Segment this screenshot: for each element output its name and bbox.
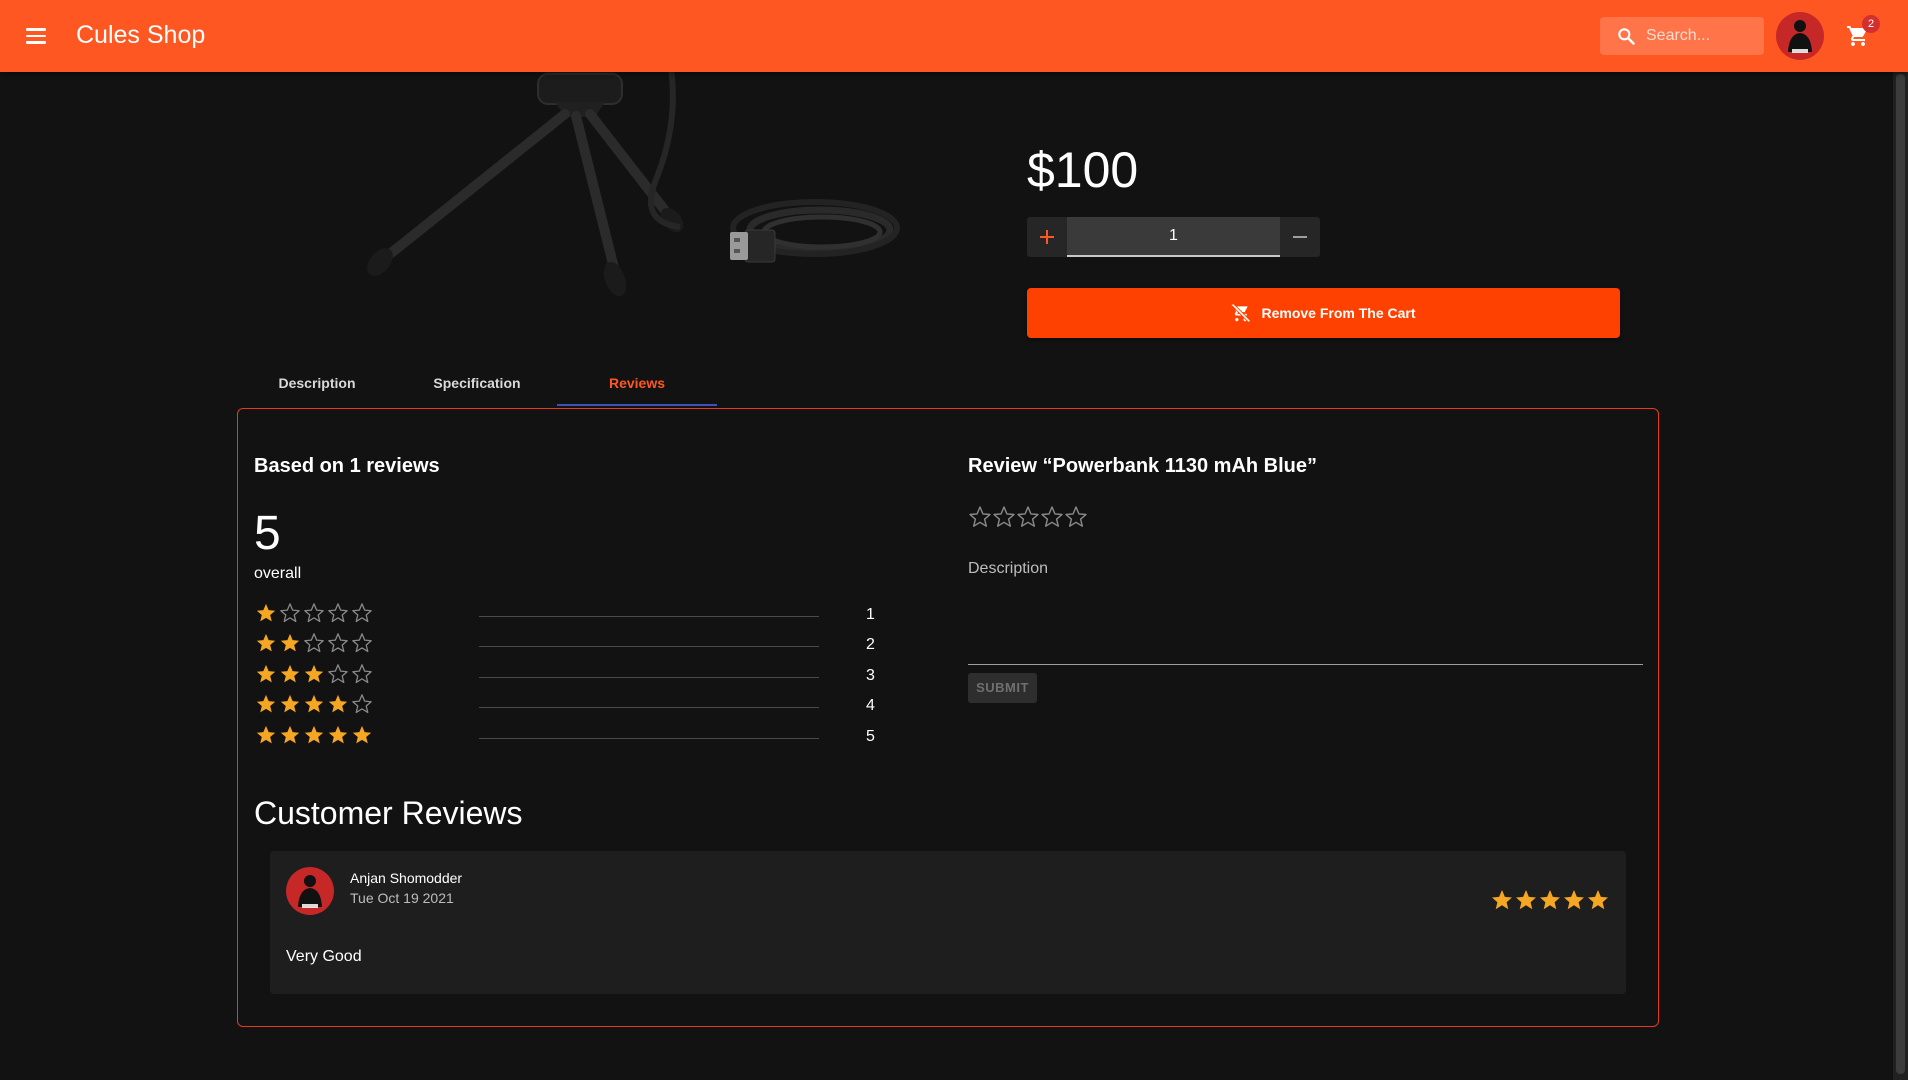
product-tabs: Description Specification Reviews: [237, 362, 717, 406]
description-label: Description: [968, 560, 1049, 577]
star-outline-icon: [304, 603, 324, 623]
rating-count: 1: [866, 606, 875, 623]
star-outline-icon: [969, 506, 991, 527]
review-description-input[interactable]: [968, 585, 1643, 665]
review-text: Very Good: [286, 948, 362, 965]
star-filled-icon: [256, 603, 276, 622]
star-rating: [254, 602, 374, 624]
star-rating: [254, 663, 374, 685]
star-filled-icon: [256, 633, 276, 652]
product-price: $100: [1027, 142, 1139, 198]
star-filled-icon: [1588, 890, 1608, 910]
star-outline-icon: [328, 664, 348, 684]
rating-bar: [479, 738, 819, 739]
star-outline-icon: [1065, 506, 1087, 527]
star-outline-icon: [328, 633, 348, 653]
star-filled-icon: [304, 725, 324, 744]
star-filled-icon: [328, 725, 348, 744]
overall-rating-label: overall: [254, 565, 302, 582]
search-input[interactable]: [1646, 17, 1758, 55]
star-filled-icon: [256, 694, 276, 713]
star-filled-icon: [1516, 890, 1536, 910]
star-filled-icon: [304, 694, 324, 713]
star-filled-icon: [1540, 890, 1560, 910]
rating-count: 2: [866, 636, 875, 653]
star-rating: [254, 693, 374, 715]
reviewer-avatar: [286, 867, 334, 915]
star-outline-icon: [1041, 506, 1063, 527]
rating-bar: [479, 707, 819, 708]
search-box[interactable]: [1600, 17, 1764, 55]
rating-distribution-row: 2: [254, 632, 894, 658]
review-date: Tue Oct 19 2021: [350, 890, 454, 906]
user-avatar[interactable]: [1776, 12, 1824, 60]
star-filled-icon: [256, 664, 276, 683]
overall-rating-value: 5: [254, 507, 281, 560]
submit-review-button[interactable]: SUBMIT: [968, 673, 1037, 703]
star-filled-icon: [280, 725, 300, 744]
review-rating-input[interactable]: [968, 505, 1088, 529]
star-filled-icon: [280, 664, 300, 683]
star-outline-icon: [993, 506, 1015, 527]
remove-shopping-cart-icon: [1231, 303, 1251, 323]
remove-from-cart-button[interactable]: Remove From The Cart: [1027, 288, 1620, 338]
search-icon: [1618, 28, 1635, 45]
star-outline-icon: [280, 603, 300, 623]
star-filled-icon: [1492, 890, 1512, 910]
star-rating: [254, 724, 374, 746]
star-filled-icon: [304, 664, 324, 683]
star-outline-icon: [1017, 506, 1039, 527]
star-outline-icon: [352, 603, 372, 623]
rating-count: 4: [866, 697, 875, 714]
scrollbar-thumb[interactable]: [1896, 74, 1905, 1074]
tab-specification[interactable]: Specification: [397, 362, 557, 406]
cart-count-badge: 2: [1862, 15, 1880, 33]
rating-distribution-row: 3: [254, 663, 894, 689]
star-outline-icon: [352, 664, 372, 684]
rating-bar: [479, 616, 819, 617]
star-filled-icon: [1564, 890, 1584, 910]
star-outline-icon: [352, 633, 372, 653]
minus-icon: [1293, 236, 1307, 238]
star-filled-icon: [256, 725, 276, 744]
star-filled-icon: [280, 694, 300, 713]
app-bar: Cules Shop 2: [0, 0, 1908, 72]
rating-distribution-row: 4: [254, 693, 894, 719]
quantity-stepper: [1027, 217, 1320, 257]
star-filled-icon: [328, 694, 348, 713]
tab-reviews[interactable]: Reviews: [557, 362, 717, 406]
rating-bar: [479, 646, 819, 647]
quantity-input[interactable]: [1067, 217, 1280, 257]
remove-from-cart-label: Remove From The Cart: [1261, 305, 1416, 321]
star-outline-icon: [328, 603, 348, 623]
customer-reviews-heading: Customer Reviews: [254, 795, 523, 831]
rating-distribution-row: 1: [254, 602, 894, 628]
page-scrollbar[interactable]: [1893, 72, 1908, 1080]
app-title[interactable]: Cules Shop: [76, 21, 205, 50]
plus-icon: [1040, 230, 1054, 244]
star-outline-icon: [352, 694, 372, 714]
reviewer-name: Anjan Shomodder: [350, 870, 463, 886]
star-rating: [254, 632, 374, 654]
product-image: [367, 62, 900, 297]
star-outline-icon: [304, 633, 324, 653]
rating-count: 3: [866, 667, 875, 684]
write-review-title: Review “Powerbank 1130 mAh Blue”: [968, 455, 1318, 477]
rating-distribution-row: 5: [254, 724, 894, 750]
star-filled-icon: [352, 725, 372, 744]
rating-count: 5: [866, 728, 875, 745]
decrease-quantity-button[interactable]: [1280, 217, 1320, 257]
increase-quantity-button[interactable]: [1027, 217, 1067, 257]
review-star-rating: [1490, 888, 1610, 912]
review-card: Anjan Shomodder Tue Oct 19 2021 Very Goo…: [270, 851, 1626, 994]
menu-icon[interactable]: [20, 22, 52, 50]
tab-description[interactable]: Description: [237, 362, 397, 406]
reviews-count-heading: Based on 1 reviews: [254, 455, 440, 477]
star-filled-icon: [280, 633, 300, 652]
rating-bar: [479, 677, 819, 678]
